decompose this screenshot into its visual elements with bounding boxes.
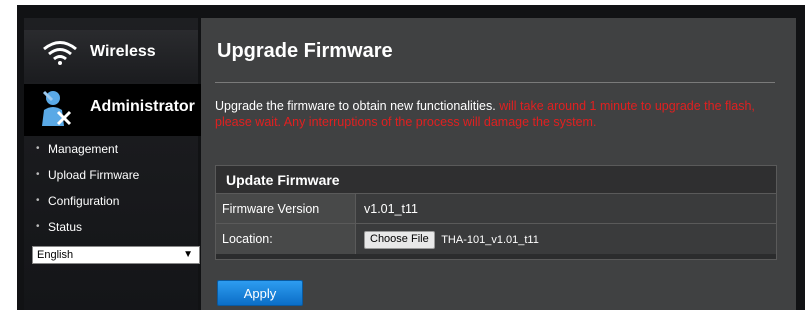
bullet-icon: • bbox=[36, 169, 40, 180]
sidebar-item-status[interactable]: • Status bbox=[24, 214, 198, 240]
sidebar: Wireless Administrator • Management • Up… bbox=[24, 18, 216, 310]
admin-subnav: • Management • Upload Firmware • Configu… bbox=[24, 136, 198, 240]
title-divider bbox=[215, 82, 775, 83]
chevron-down-icon: ▼ bbox=[183, 249, 193, 260]
panel-header: Update Firmware bbox=[216, 166, 776, 194]
language-select-value: English bbox=[37, 249, 74, 261]
sidebar-item-configuration[interactable]: • Configuration bbox=[24, 188, 198, 214]
description: Upgrade the firmware to obtain new funct… bbox=[215, 98, 775, 130]
page-title: Upgrade Firmware bbox=[217, 40, 393, 62]
choose-file-button[interactable]: Choose File bbox=[364, 230, 435, 249]
nav-administrator[interactable]: Administrator bbox=[24, 84, 216, 136]
location-value: Choose File THA-101_v1.01_t11 bbox=[356, 224, 776, 254]
sidebar-item-label: Configuration bbox=[48, 194, 120, 208]
wifi-icon bbox=[43, 41, 77, 65]
selected-file-name: THA-101_v1.01_t11 bbox=[441, 233, 539, 246]
apply-button[interactable]: Apply bbox=[217, 280, 303, 306]
description-text: Upgrade the firmware to obtain new funct… bbox=[215, 99, 500, 113]
update-firmware-panel: Update Firmware Firmware Version v1.01_t… bbox=[215, 165, 777, 260]
sidebar-item-management[interactable]: • Management bbox=[24, 136, 198, 162]
nav-wireless[interactable]: Wireless bbox=[24, 30, 198, 82]
sidebar-item-label: Upload Firmware bbox=[48, 168, 140, 182]
bullet-icon: • bbox=[36, 221, 40, 232]
sidebar-item-upload-firmware[interactable]: • Upload Firmware bbox=[24, 162, 198, 188]
sidebar-item-label: Management bbox=[48, 142, 119, 156]
firmware-version-row: Firmware Version v1.01_t11 bbox=[216, 194, 776, 224]
firmware-version-value: v1.01_t11 bbox=[356, 194, 776, 223]
bullet-icon: • bbox=[36, 195, 40, 206]
bullet-icon: • bbox=[36, 143, 40, 154]
location-label: Location: bbox=[216, 224, 356, 254]
firmware-version-label: Firmware Version bbox=[216, 194, 356, 223]
sidebar-item-label: Status bbox=[48, 220, 83, 234]
location-row: Location: Choose File THA-101_v1.01_t11 bbox=[216, 224, 776, 254]
main-content: Upgrade Firmware Upgrade the firmware to… bbox=[201, 18, 796, 310]
admin-tools-icon bbox=[42, 90, 72, 126]
nav-wireless-label: Wireless bbox=[90, 43, 156, 60]
nav-administrator-label: Administrator bbox=[90, 98, 195, 115]
language-select[interactable]: English ▼ bbox=[32, 246, 200, 264]
